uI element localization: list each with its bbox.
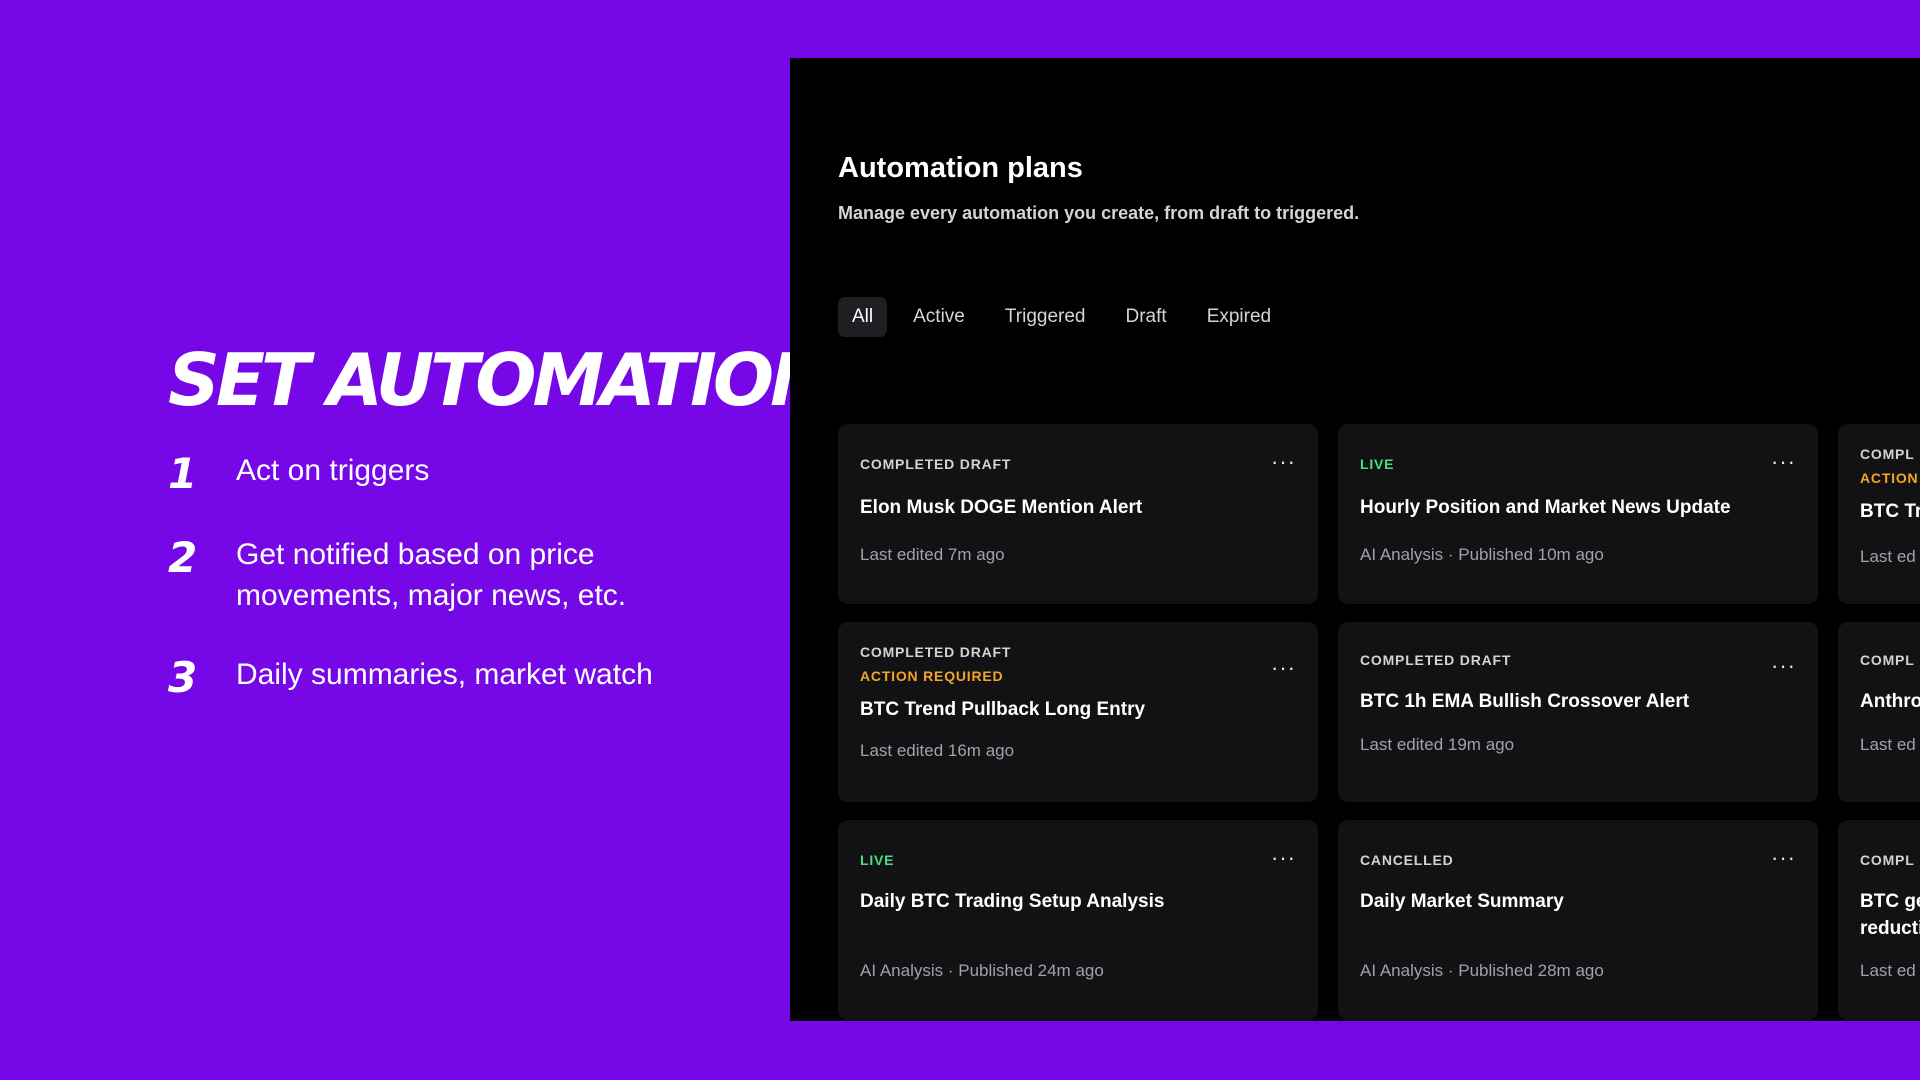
status-badge: CANCELLED [1360, 852, 1454, 868]
action-badge: ACTION [1860, 470, 1919, 486]
promo-item-text: Get notified based on price movements, m… [236, 538, 627, 612]
automation-title: Hourly Position and Market News Update [1360, 497, 1731, 518]
more-options-icon[interactable]: ··· [1271, 847, 1296, 869]
status-badge: COMPL [1860, 652, 1915, 668]
tab-all[interactable]: All [838, 297, 888, 337]
promo-item: 3 Daily summaries, market watch [168, 654, 768, 700]
stage: SET AUTOMATIONS 1 Act on triggers 2 Get … [0, 0, 1920, 1080]
automation-meta: AI Analysis · Published 10m ago [1360, 545, 1604, 564]
promo-item: 2 Get notified based on price movements,… [168, 534, 768, 616]
automation-card[interactable]: LIVE ··· Hourly Position and Market News… [1338, 424, 1818, 604]
tab-draft[interactable]: Draft [1112, 297, 1181, 337]
automation-title: BTC ge [1860, 891, 1920, 912]
status-badge: COMPLETED DRAFT [1360, 652, 1512, 668]
automation-card[interactable]: LIVE ··· Daily BTC Trading Setup Analysi… [838, 820, 1318, 1020]
automation-meta: AI Analysis · Published 28m ago [1360, 961, 1604, 980]
more-options-icon[interactable]: ··· [1771, 847, 1796, 869]
automation-meta: Last edited 16m ago [860, 741, 1015, 760]
promo-list: 1 Act on triggers 2 Get notified based o… [168, 450, 768, 700]
automation-title: Daily BTC Trading Setup Analysis [860, 891, 1165, 912]
more-options-icon[interactable]: ··· [1271, 657, 1296, 679]
automation-meta: Last ed [1860, 961, 1916, 980]
automation-meta: AI Analysis · Published 24m ago [860, 961, 1104, 980]
promo-item-text: Daily summaries, market watch [236, 658, 653, 691]
automation-card[interactable]: COMPL ACTION BTC Tr Last ed [1838, 424, 1920, 604]
automation-title: Daily Market Summary [1360, 891, 1564, 912]
automation-card[interactable]: COMPL Anthro Last ed [1838, 622, 1920, 802]
automation-card[interactable]: COMPLETED DRAFT ··· Elon Musk DOGE Menti… [838, 424, 1318, 604]
promo-item-text: Act on triggers [236, 454, 430, 487]
action-badge: ACTION REQUIRED [860, 668, 1004, 684]
tab-triggered[interactable]: Triggered [991, 297, 1100, 337]
tab-expired[interactable]: Expired [1193, 297, 1285, 337]
more-options-icon[interactable]: ··· [1771, 451, 1796, 473]
status-badge: COMPL [1860, 852, 1915, 868]
automation-card[interactable]: COMPLETED DRAFT ACTION REQUIRED ··· BTC … [838, 622, 1318, 802]
promo-item-number: 3 [168, 653, 198, 702]
automation-title: BTC 1h EMA Bullish Crossover Alert [1360, 691, 1690, 712]
page-title: Automation plans [838, 152, 1083, 184]
automation-card[interactable]: COMPL BTC ge reducti Last ed [1838, 820, 1920, 1020]
status-badge: LIVE [860, 852, 895, 868]
automation-title: Elon Musk DOGE Mention Alert [860, 497, 1143, 518]
status-badge: COMPL [1860, 446, 1915, 462]
promo-title: SET AUTOMATIONS [168, 338, 878, 422]
automation-title: BTC Trend Pullback Long Entry [860, 699, 1146, 720]
promo-section: SET AUTOMATIONS 1 Act on triggers 2 Get … [168, 338, 878, 738]
automation-card[interactable]: CANCELLED ··· Daily Market Summary AI An… [1338, 820, 1818, 1020]
filter-tabs: All Active Triggered Draft Expired [838, 297, 1285, 337]
automation-card[interactable]: COMPLETED DRAFT ··· BTC 1h EMA Bullish C… [1338, 622, 1818, 802]
promo-item: 1 Act on triggers [168, 450, 768, 496]
more-options-icon[interactable]: ··· [1271, 451, 1296, 473]
automation-meta: Last edited 7m ago [860, 545, 1005, 564]
page-subtitle: Manage every automation you create, from… [838, 203, 1360, 223]
more-options-icon[interactable]: ··· [1771, 655, 1796, 677]
automation-meta: Last edited 19m ago [1360, 735, 1515, 754]
tab-active[interactable]: Active [899, 297, 979, 337]
automation-meta: Last ed [1860, 735, 1916, 754]
automation-title: BTC Tr [1860, 501, 1920, 522]
automation-title-continued: reducti [1860, 918, 1920, 939]
promo-item-number: 2 [168, 533, 198, 582]
promo-item-number: 1 [168, 449, 198, 498]
status-badge: LIVE [1360, 456, 1395, 472]
automation-panel: Automation plans Manage every automation… [790, 58, 1920, 1021]
automation-meta: Last ed [1860, 547, 1916, 566]
status-badge: COMPLETED DRAFT [860, 456, 1012, 472]
status-badge: COMPLETED DRAFT [860, 644, 1012, 660]
automation-title: Anthro [1860, 691, 1920, 712]
